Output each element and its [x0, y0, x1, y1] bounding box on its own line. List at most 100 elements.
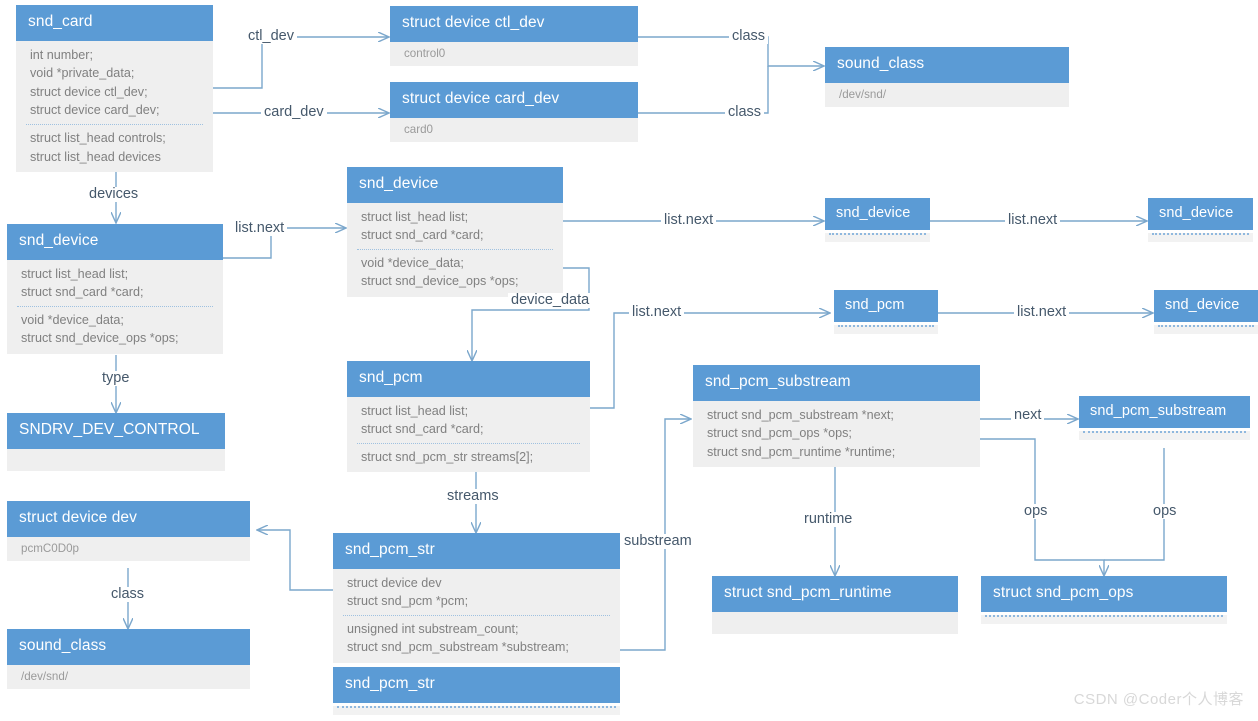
edge-label-next: next: [1011, 408, 1045, 423]
edge-label-substream: substream: [621, 534, 695, 549]
section-divider: [357, 442, 580, 444]
box-body: [712, 611, 958, 634]
box-title: snd_device: [825, 198, 930, 231]
box-title: snd_pcm_substream: [1079, 396, 1250, 429]
box-sound-class-bottom[interactable]: sound_class /dev/snd/: [7, 629, 250, 689]
field: pcmC0D0p: [21, 541, 79, 555]
edge-label-type: type: [99, 371, 133, 386]
edge-label-ops-right: ops: [1150, 504, 1180, 519]
box-title: struct device ctl_dev: [390, 6, 638, 42]
edge-label-list-next-left: list.next: [232, 221, 288, 236]
box-body: [981, 614, 1227, 624]
box-title: struct snd_pcm_ops: [981, 576, 1227, 612]
field: /dev/snd/: [839, 87, 887, 101]
box-snd-pcm-r1[interactable]: snd_pcm: [834, 290, 938, 335]
edge-label-runtime: runtime: [801, 512, 856, 527]
edge-label-devices: devices: [86, 187, 142, 202]
field: struct list_head list;: [361, 403, 469, 418]
field: struct snd_pcm_ops *ops;: [707, 426, 852, 441]
section-divider: [1083, 431, 1246, 434]
box-body: struct device dev struct snd_pcm *pcm; u…: [333, 568, 620, 663]
field: card0: [404, 122, 434, 136]
section-divider: [357, 248, 553, 250]
box-title: snd_pcm_str: [333, 533, 620, 569]
box-title: struct device card_dev: [390, 82, 638, 118]
section-divider: [829, 233, 926, 236]
section-divider: [26, 123, 203, 125]
box-snd-device-r2[interactable]: snd_device: [1148, 198, 1253, 243]
box-body: [834, 325, 938, 335]
box-title: snd_pcm: [834, 290, 938, 323]
field: control0: [404, 46, 446, 60]
box-body: struct snd_pcm_substream *next; struct s…: [693, 400, 980, 468]
section-divider: [17, 305, 213, 307]
field: struct snd_pcm *pcm;: [347, 594, 469, 609]
field: struct list_head list;: [361, 209, 469, 224]
box-device-card-dev[interactable]: struct device card_dev card0: [390, 82, 638, 142]
box-sndrv-dev-control[interactable]: SNDRV_DEV_CONTROL: [7, 413, 225, 471]
edge-label-streams: streams: [444, 489, 502, 504]
box-snd-device-r1[interactable]: snd_device: [825, 198, 930, 243]
diagram-canvas: snd_card int number; void *private_data;…: [0, 0, 1258, 721]
box-body: struct list_head list; struct snd_card *…: [347, 396, 590, 473]
field: void *device_data;: [21, 312, 124, 327]
section-divider: [985, 614, 1223, 617]
box-body: [1148, 233, 1253, 243]
box-device-ctl-dev[interactable]: struct device ctl_dev control0: [390, 6, 638, 66]
box-body: [7, 448, 225, 471]
box-snd-pcm-str-1[interactable]: snd_pcm_str struct device dev struct snd…: [333, 533, 620, 663]
box-body: /dev/snd/: [825, 82, 1069, 107]
box-snd-pcm-runtime[interactable]: struct snd_pcm_runtime: [712, 576, 958, 634]
box-snd-device-left[interactable]: snd_device struct list_head list; struct…: [7, 224, 223, 354]
edge-label-list-next-pcm: list.next: [629, 305, 685, 320]
box-snd-pcm-ops[interactable]: struct snd_pcm_ops: [981, 576, 1227, 624]
field: void *device_data;: [361, 255, 464, 270]
box-title: SNDRV_DEV_CONTROL: [7, 413, 225, 449]
box-body: int number; void *private_data; struct d…: [16, 40, 213, 173]
edge-label-list-next-r2: list.next: [1014, 305, 1070, 320]
field: /dev/snd/: [21, 669, 69, 683]
section-divider: [1158, 325, 1254, 328]
field: struct device dev: [347, 575, 442, 590]
box-snd-pcm-str-2[interactable]: snd_pcm_str: [333, 667, 620, 715]
box-title: struct snd_pcm_runtime: [712, 576, 958, 612]
box-body: [1079, 431, 1250, 441]
edge-label-list-next-r1: list.next: [1005, 213, 1061, 228]
box-title: snd_card: [16, 5, 213, 41]
edge-label-class-top: class: [729, 29, 769, 44]
box-snd-pcm-substream-main[interactable]: snd_pcm_substream struct snd_pcm_substre…: [693, 365, 980, 468]
edge-label-card-dev: card_dev: [261, 105, 327, 120]
box-title: snd_device: [1154, 290, 1258, 323]
box-snd-pcm-center[interactable]: snd_pcm struct list_head list; struct sn…: [347, 361, 590, 473]
field: void *private_data;: [30, 66, 135, 81]
box-device-dev[interactable]: struct device dev pcmC0D0p: [7, 501, 250, 561]
box-title: snd_pcm: [347, 361, 590, 397]
section-divider: [337, 705, 616, 708]
box-title: struct device dev: [7, 501, 250, 537]
box-title: snd_pcm_substream: [693, 365, 980, 401]
field: struct snd_pcm_substream *substream;: [347, 640, 569, 655]
field: struct list_head devices: [30, 149, 161, 164]
box-body: struct list_head list; struct snd_card *…: [7, 259, 223, 354]
box-title: snd_device: [347, 167, 563, 203]
box-body: /dev/snd/: [7, 664, 250, 689]
edge-label-class-bottom: class: [725, 105, 765, 120]
box-body: [825, 233, 930, 243]
box-body: card0: [390, 117, 638, 142]
field: struct snd_device_ops *ops;: [361, 274, 519, 289]
edge-label-ops-left: ops: [1021, 504, 1051, 519]
edge-label-list-next-center: list.next: [661, 213, 717, 228]
field: struct list_head list;: [21, 266, 129, 281]
edge-label-device-data: device_data: [508, 293, 593, 308]
box-title: snd_device: [7, 224, 223, 260]
box-snd-card[interactable]: snd_card int number; void *private_data;…: [16, 5, 213, 173]
box-snd-pcm-substream-right[interactable]: snd_pcm_substream: [1079, 396, 1250, 441]
edge-label-ctl-dev: ctl_dev: [245, 29, 297, 44]
field: unsigned int substream_count;: [347, 621, 519, 636]
box-snd-device-r3[interactable]: snd_device: [1154, 290, 1258, 335]
box-snd-device-center[interactable]: snd_device struct list_head list; struct…: [347, 167, 563, 297]
box-sound-class-top[interactable]: sound_class /dev/snd/: [825, 47, 1069, 107]
box-body: pcmC0D0p: [7, 536, 250, 561]
section-divider: [1152, 233, 1249, 236]
field: struct snd_device_ops *ops;: [21, 331, 179, 346]
